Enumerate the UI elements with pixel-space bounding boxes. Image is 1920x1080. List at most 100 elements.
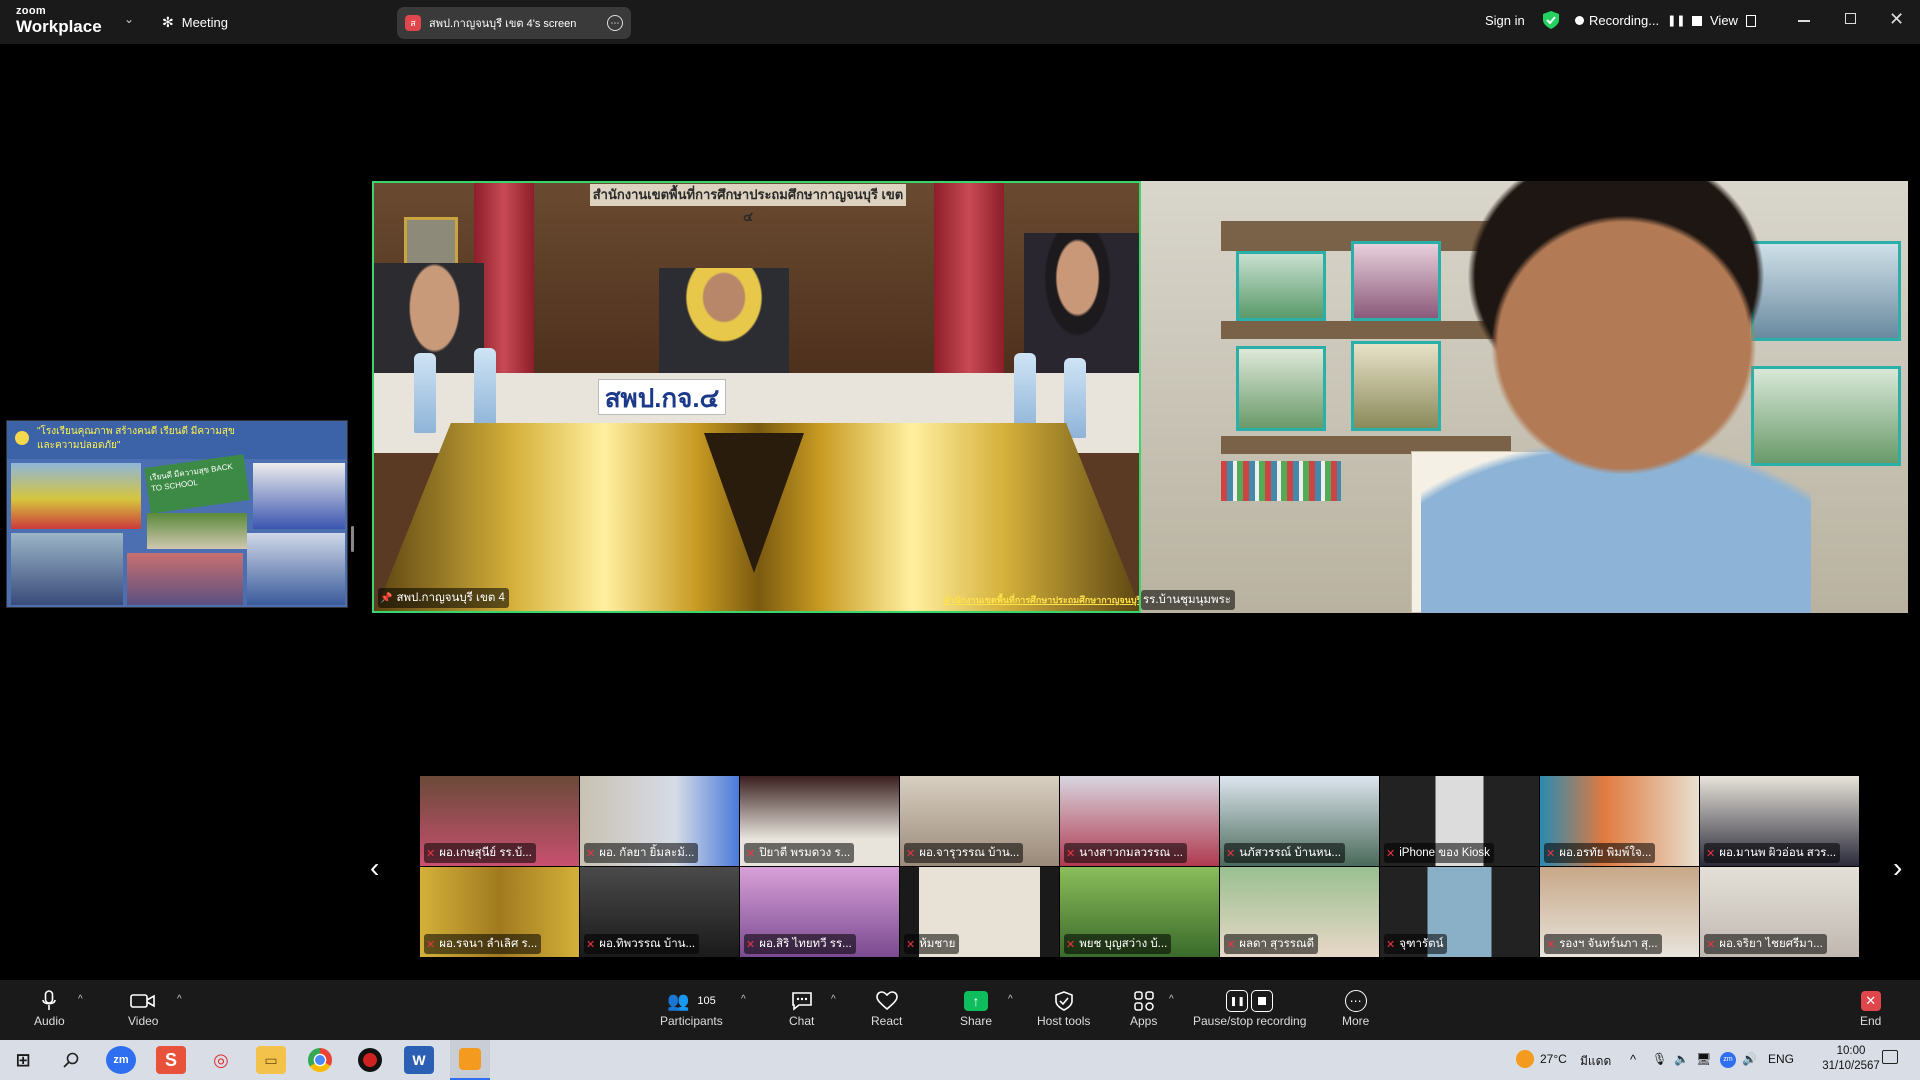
mic-muted-icon: ✕: [906, 847, 916, 860]
taskbar-clock[interactable]: 10:00 31/10/2567: [1812, 1044, 1890, 1074]
video-label: Video: [128, 1014, 159, 1028]
tray-network-icon[interactable]: 🖥: [1696, 1052, 1711, 1066]
host-tools-button[interactable]: Host tools: [1037, 988, 1090, 1028]
participant-video-large[interactable]: รร.บ้านชุมนุมพระ: [1141, 181, 1908, 613]
security-shield-icon[interactable]: [1543, 11, 1559, 29]
chat-options-caret-icon[interactable]: ^: [831, 994, 836, 1005]
gallery-tile[interactable]: ✕ ผอ.ทิพวรรณ บ้าน...: [580, 867, 739, 957]
gallery-tile[interactable]: ✕ ผอ.มานพ ผิวอ่อน สวร...: [1700, 776, 1859, 866]
recording-indicator[interactable]: Recording... ❚❚: [1575, 13, 1702, 28]
gallery-next-arrow-icon[interactable]: ›: [1893, 852, 1902, 884]
notification-icon[interactable]: [1882, 1050, 1898, 1064]
language-indicator[interactable]: ENG: [1768, 1052, 1794, 1066]
gallery-tile-name-chip: ✕ รองฯ จันทร์นภา สุ...: [1544, 934, 1662, 954]
gallery-tile[interactable]: ✕ จุฑารัตน์: [1380, 867, 1539, 957]
mic-muted-icon: ✕: [1226, 847, 1236, 860]
audio-button[interactable]: Audio: [34, 988, 65, 1028]
video-button[interactable]: Video: [128, 988, 158, 1028]
react-button[interactable]: React: [871, 988, 902, 1028]
red-app-icon[interactable]: ◎: [206, 1046, 236, 1074]
gallery-tile[interactable]: ✕ ปิยาตี พรมดวง ร...: [740, 776, 899, 866]
share-options-caret-icon[interactable]: ^: [1008, 994, 1013, 1005]
gallery-prev-arrow-icon[interactable]: ‹: [370, 852, 379, 884]
media-app-icon[interactable]: [358, 1048, 382, 1072]
end-meeting-button[interactable]: ✕ End: [1860, 988, 1881, 1028]
active-app-slot[interactable]: [450, 1040, 490, 1080]
chairman-person: [659, 268, 789, 373]
participant-name: พยช บุญสว่าง บ้...: [1079, 938, 1168, 950]
gallery-tile[interactable]: ✕ รองฯ จันทร์นภา สุ...: [1540, 867, 1699, 957]
gallery-tile[interactable]: ✕ ผอ.เกษสุนีย์ รร.บ้...: [420, 776, 579, 866]
apps-button[interactable]: Apps: [1130, 988, 1157, 1028]
app-s-icon[interactable]: S: [156, 1046, 186, 1074]
search-icon[interactable]: [56, 1046, 86, 1074]
pause-recording-icon[interactable]: ❚❚: [1667, 14, 1685, 27]
gallery-tile[interactable]: ✕ ผอ.รจนา ลำเลิศ ร...: [420, 867, 579, 957]
gallery-tile[interactable]: ✕ ผลดา สุวรรณดี: [1220, 867, 1379, 957]
view-button[interactable]: View: [1710, 13, 1756, 28]
stop-recording-icon[interactable]: [1691, 15, 1702, 26]
gallery-tile[interactable]: ✕ นางสาวกมลวรรณ ...: [1060, 776, 1219, 866]
microphone-icon: [42, 988, 57, 1014]
participant-name: iPhone ของ Kiosk: [1399, 847, 1490, 859]
gallery-tile-name-chip: ✕ ผอ.ทิพวรรณ บ้าน...: [584, 934, 700, 954]
curtain-right: [934, 183, 1004, 373]
office-banner: สำนักงานเขตพื้นที่การศึกษาประถมศึกษากาญจ…: [590, 184, 906, 224]
poster-title-line1: "โรงเรียนคุณภาพ สร้างคนดี เรียนดี มีความ…: [37, 426, 235, 437]
weather-sun-icon[interactable]: [1516, 1050, 1534, 1068]
gallery-tile[interactable]: ✕ ผอ. กัลยา ยิ้มละม้...: [580, 776, 739, 866]
maximize-icon[interactable]: [1845, 13, 1856, 24]
meeting-info-button[interactable]: ✻ Meeting: [162, 14, 228, 31]
apps-grid-icon: [1133, 988, 1155, 1014]
tray-volume-icon[interactable]: 🔊: [1742, 1052, 1757, 1066]
file-explorer-icon[interactable]: ▭: [256, 1046, 286, 1074]
windows-start-icon[interactable]: ⊞: [8, 1046, 38, 1074]
weather-temp[interactable]: 27°C: [1540, 1052, 1567, 1066]
chrome-icon[interactable]: [308, 1048, 332, 1072]
gallery-tile[interactable]: ✕ ห้มชาย: [900, 867, 1059, 957]
poster-photo-3: [147, 513, 247, 549]
gallery-tile[interactable]: ✕ iPhone ของ Kiosk: [1380, 776, 1539, 866]
pause-stop-recording-button[interactable]: ❚❚ Pause/stop recording: [1193, 988, 1306, 1028]
more-button[interactable]: ⋯ More: [1342, 988, 1369, 1028]
gallery-tile[interactable]: ✕ นภัสวรรณ์ บ้านหน...: [1220, 776, 1379, 866]
tray-zoom-icon[interactable]: zm: [1720, 1052, 1736, 1068]
gallery-tile[interactable]: ✕ พยช บุญสว่าง บ้...: [1060, 867, 1219, 957]
share-screen-tab[interactable]: ส สพป.กาญจนบุรี เขต 4's screen ⋯: [397, 7, 631, 39]
mic-muted-icon: ✕: [1066, 847, 1076, 860]
gallery-tile-name-chip: ✕ ผอ.อรทัย พิมพ์ใจ...: [1544, 843, 1656, 863]
gallery-tile-name-chip: ✕ จุฑารัตน์: [1384, 934, 1448, 954]
sign-in-link[interactable]: Sign in: [1485, 13, 1525, 28]
app-menu-chevron-icon[interactable]: ⌄: [124, 12, 134, 26]
weather-desc[interactable]: มีแดด: [1580, 1052, 1611, 1071]
split-resize-handle[interactable]: [351, 526, 354, 552]
minimize-icon[interactable]: [1798, 20, 1810, 22]
participants-button[interactable]: 👥 105 Participants: [660, 988, 723, 1029]
gallery-tile[interactable]: ✕ ผอ.จารุวรรณ บ้าน...: [900, 776, 1059, 866]
main-speaker-video[interactable]: สำนักงานเขตพื้นที่การศึกษาประถมศึกษากาญจ…: [372, 181, 1141, 613]
word-icon[interactable]: W: [404, 1046, 434, 1074]
gallery-tile[interactable]: ✕ ผอ.สิริ ไทยทวี รร...: [740, 867, 899, 957]
share-button[interactable]: ↑ Share: [960, 988, 992, 1028]
close-icon[interactable]: ✕: [1889, 9, 1904, 30]
chat-button[interactable]: Chat: [789, 988, 814, 1028]
participant-name: ผลดา สุวรรณดี: [1239, 938, 1315, 950]
tray-speaker-icon[interactable]: 🔈: [1674, 1052, 1689, 1066]
participants-options-caret-icon[interactable]: ^: [741, 994, 746, 1005]
tray-mic-icon[interactable]: 🎙: [1652, 1052, 1667, 1066]
zoom-app-icon[interactable]: zm: [106, 1046, 136, 1074]
poster-photo-6: [247, 533, 345, 605]
shared-poster-thumbnail[interactable]: "โรงเรียนคุณภาพ สร้างคนดี เรียนดี มีความ…: [6, 420, 348, 608]
video-options-caret-icon[interactable]: ^: [177, 994, 182, 1005]
gallery-tile[interactable]: ✕ ผอ.จริยา ไชยศรีมา...: [1700, 867, 1859, 957]
gallery-tile-name-chip: ✕ ผอ.รจนา ลำเลิศ ร...: [424, 934, 542, 954]
audio-options-caret-icon[interactable]: ^: [78, 994, 83, 1005]
gallery-tile[interactable]: ✕ ผอ.อรทัย พิมพ์ใจ...: [1540, 776, 1699, 866]
participants-icon: 👥 105: [666, 990, 716, 1011]
more-options-icon[interactable]: ⋯: [607, 15, 623, 31]
tray-overflow-icon[interactable]: ^: [1630, 1052, 1636, 1067]
certificate-frame: [1236, 251, 1326, 321]
apps-options-caret-icon[interactable]: ^: [1169, 994, 1174, 1005]
gallery-tile-name-chip: ✕ ผลดา สุวรรณดี: [1224, 934, 1319, 954]
water-bottle: [474, 348, 496, 428]
